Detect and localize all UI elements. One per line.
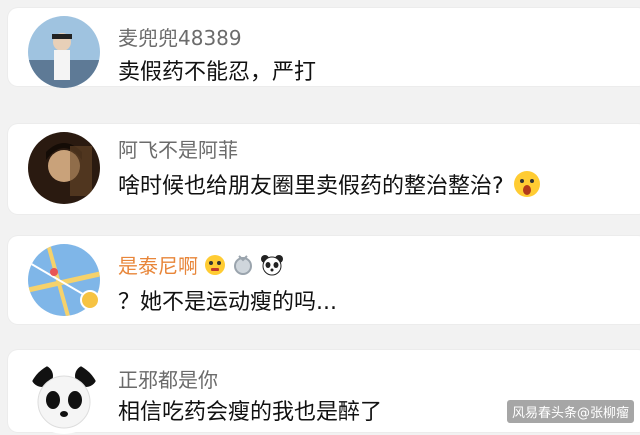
- username[interactable]: 麦兜兜48389: [118, 22, 242, 51]
- user-avatar[interactable]: [28, 16, 100, 88]
- watermark: 风易春头条@张柳瘤: [506, 400, 634, 423]
- comment-text-content: 卖假药不能忍，严打: [118, 60, 317, 85]
- username[interactable]: 正邪都是你: [118, 364, 218, 393]
- surprised-face-icon: [512, 169, 542, 199]
- comment-text-content: 啥时候也给朋友圈里卖假药的整治整治?: [118, 174, 504, 199]
- comment-card: 阿飞不是阿菲 啥时候也给朋友圈里卖假药的整治整治?: [8, 124, 640, 214]
- user-avatar[interactable]: [28, 132, 100, 204]
- comment-text: 相信吃药会瘦的我也是醉了: [118, 394, 382, 426]
- comment-text: 啥时候也给朋友圈里卖假药的整治整治?: [118, 168, 542, 200]
- user-avatar[interactable]: [28, 362, 100, 434]
- comment-text: ？她不是运动瘦的吗...: [118, 284, 337, 316]
- username[interactable]: 是泰尼啊: [118, 250, 284, 279]
- username-text[interactable]: 正邪都是你: [118, 364, 218, 393]
- comment-card: 麦兜兜48389 卖假药不能忍，严打: [8, 8, 640, 88]
- username-text[interactable]: 麦兜兜48389: [118, 22, 242, 51]
- crying-face-icon: [204, 254, 226, 276]
- silver-medal-icon: [232, 254, 254, 276]
- man-photo-avatar: [28, 132, 100, 204]
- gold-v-badge-icon: [80, 290, 100, 310]
- panda-face-icon: [260, 254, 284, 276]
- panda-avatar: [28, 362, 100, 434]
- comment-text-content: ？她不是运动瘦的吗...: [118, 290, 337, 315]
- comment-text: 卖假药不能忍，严打: [118, 54, 316, 86]
- woman-photo-avatar: [28, 16, 100, 88]
- username-text[interactable]: 是泰尼啊: [118, 250, 198, 279]
- username[interactable]: 阿飞不是阿菲: [118, 134, 238, 163]
- comment-text-content: 相信吃药会瘦的我也是醉了: [118, 400, 383, 425]
- username-text[interactable]: 阿飞不是阿菲: [118, 134, 238, 163]
- comment-card: 是泰尼啊 ？她不是运动瘦的吗...: [8, 236, 640, 324]
